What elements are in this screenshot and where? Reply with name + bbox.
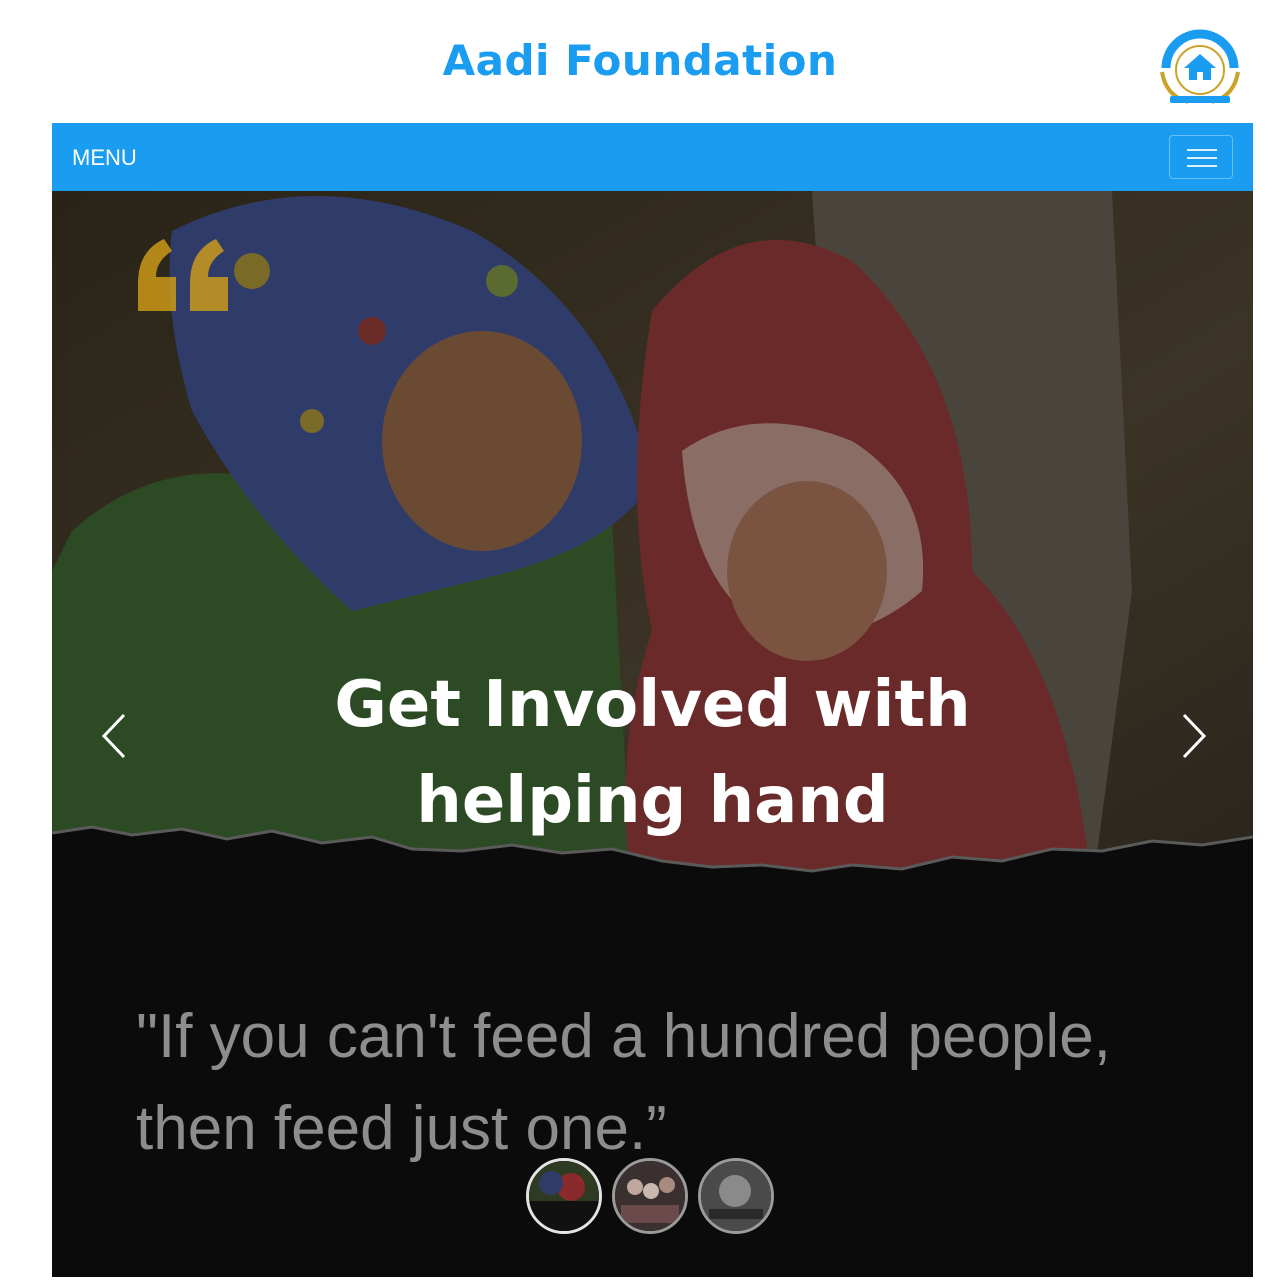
thumbnail-image <box>615 1161 685 1231</box>
thumbnail-image <box>529 1161 599 1231</box>
hero-carousel: Get Involved with helping hand "If you c… <box>52 191 1253 1277</box>
headline-line-1: Get Involved with <box>334 668 971 742</box>
quote-text: "If you can't feed a hundred people, the… <box>136 991 1196 1175</box>
site-title[interactable]: Aadi Foundation <box>0 36 1280 85</box>
thumbnail-image <box>701 1161 771 1231</box>
quote-line-1: "If you can't feed a hundred people, <box>136 1002 1111 1071</box>
headline-line-2: helping hand <box>416 764 889 838</box>
thumbnail-slide-3[interactable] <box>698 1158 774 1234</box>
navbar: MENU <box>52 123 1253 191</box>
carousel-thumbnails <box>526 1158 786 1238</box>
hero-headline: Get Involved with helping hand <box>52 657 1253 849</box>
chevron-left-icon[interactable] <box>94 701 134 771</box>
thumbnail-slide-2[interactable] <box>612 1158 688 1234</box>
thumbnail-slide-1[interactable] <box>526 1158 602 1234</box>
aadi-foundation-logo[interactable] <box>1152 18 1248 114</box>
hamburger-icon[interactable] <box>1169 135 1233 179</box>
quote-icon <box>138 239 228 311</box>
chevron-right-icon[interactable] <box>1174 701 1214 771</box>
menu-label[interactable]: MENU <box>72 145 137 171</box>
quote-line-2: then feed just one.” <box>136 1094 667 1163</box>
